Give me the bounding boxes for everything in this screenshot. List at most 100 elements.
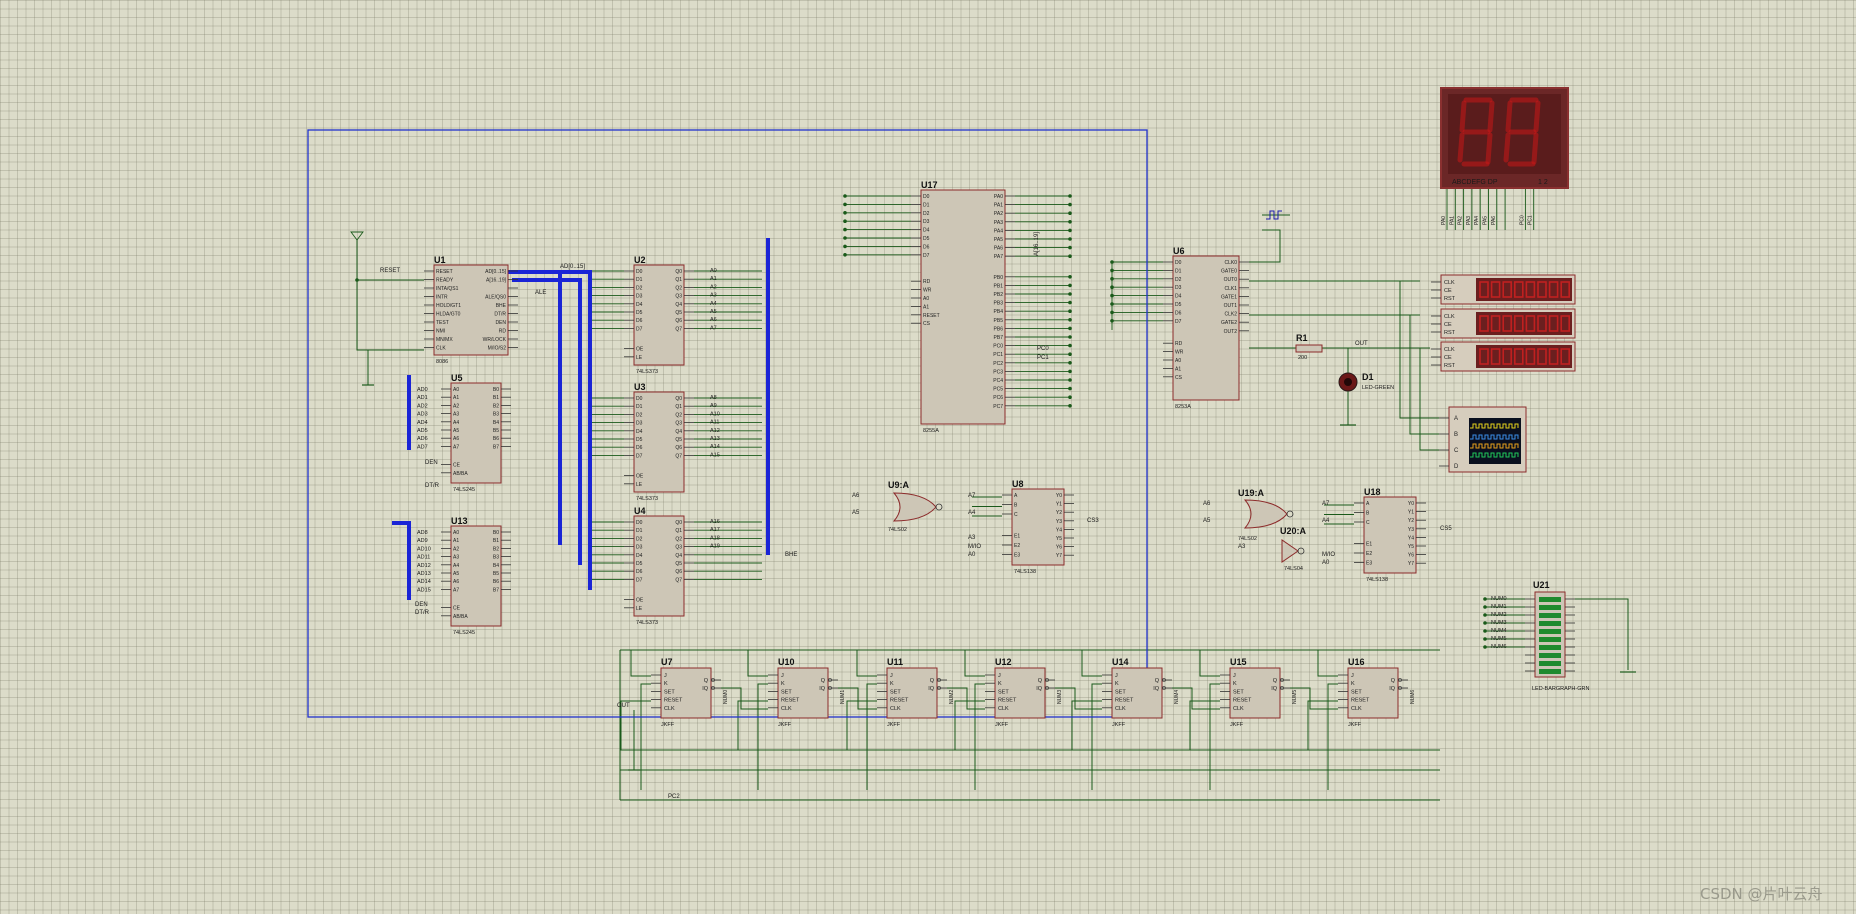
chip-pin-name: B7 bbox=[493, 587, 499, 593]
chip-pin-name: OE bbox=[636, 474, 644, 480]
wire bbox=[640, 683, 651, 790]
junction-dot bbox=[843, 202, 847, 207]
flipflop-pin-name: RESET bbox=[1351, 698, 1370, 704]
chip-pin-name: D7 bbox=[923, 253, 930, 259]
chip-ref-label: U6 bbox=[1173, 246, 1185, 256]
chip-pin-name: B1 bbox=[493, 538, 499, 544]
wire bbox=[737, 700, 768, 750]
counter-pin-name: CE bbox=[1444, 288, 1452, 294]
junction-dot bbox=[1068, 220, 1072, 224]
chip-pin-name: GATE1 bbox=[1221, 294, 1237, 300]
wire bbox=[1327, 683, 1338, 790]
flipflop-pin-name: CLK bbox=[890, 706, 901, 712]
chip-pin-name: Q4 bbox=[675, 429, 682, 435]
schematic-canvas: U1 8086 RESET READY INTA/QS1 INTR HOLD/GT1 HLDA… bbox=[307, 87, 1823, 903]
net-label: AD15 bbox=[417, 587, 431, 593]
chip-pin-name: A5 bbox=[453, 571, 459, 577]
chip-pin-name: B5 bbox=[493, 428, 499, 434]
counter-pin-name: RST bbox=[1444, 363, 1456, 369]
chip-pin-name: D2 bbox=[636, 285, 643, 291]
chip-pin-name: AB/BA bbox=[453, 471, 468, 477]
bargraph-segment bbox=[1539, 653, 1561, 658]
junction-dot bbox=[1068, 352, 1072, 357]
flipflop-out-label: NUM4 bbox=[1174, 690, 1180, 704]
flipflop-pin-name: IQ bbox=[1271, 686, 1278, 692]
chip-pin-name: Q2 bbox=[675, 285, 682, 291]
chip-u1: U1 8086 RESET READY INTA/QS1 INTR HOLD/GT1 HLDA… bbox=[424, 255, 518, 365]
flipflop-pin-name: K bbox=[664, 681, 668, 687]
wire bbox=[1409, 315, 1439, 435]
flipflop-pin-name: CLK bbox=[781, 706, 792, 712]
junction-dot bbox=[1483, 605, 1487, 609]
chip-pin-name: Q6 bbox=[675, 318, 682, 324]
chip-pin-name: A0 bbox=[453, 387, 459, 393]
chip-pin-name: B2 bbox=[493, 403, 499, 409]
flipflop-pin-name: Q bbox=[821, 678, 826, 684]
chip-pin-name: Q5 bbox=[675, 561, 682, 567]
junction-dot bbox=[1068, 318, 1072, 322]
segment bbox=[1457, 132, 1465, 163]
flipflop-pin-name: IQ bbox=[1153, 686, 1160, 692]
flipflop-u15: U15 JKFF JK SET RESET CLK Q IQ NUM5 bbox=[1220, 657, 1298, 728]
net-label: A10 bbox=[710, 411, 720, 417]
net-label-a6-2: A6 bbox=[1203, 501, 1211, 507]
chip-pin-name: D3 bbox=[636, 294, 643, 300]
net-label-out: OUT bbox=[617, 703, 630, 709]
chip-ref-label: U4 bbox=[634, 506, 646, 516]
flipflop-pin-name: K bbox=[998, 681, 1002, 687]
chip-pin-name: D2 bbox=[636, 536, 643, 542]
net-label: A8 bbox=[710, 395, 717, 401]
junction-dot bbox=[1068, 386, 1072, 391]
chip-pin-name: PC2 bbox=[993, 361, 1003, 367]
led-part-label: LED-GREEN bbox=[1362, 385, 1394, 391]
chip-pin-name: OUT0 bbox=[1224, 277, 1238, 283]
chip-pin-name: Y6 bbox=[1056, 545, 1062, 551]
flipflop-ref-label: U11 bbox=[887, 657, 903, 667]
flipflop-pin-name: IQ bbox=[928, 686, 935, 692]
flipflop-pin-name: RESET bbox=[781, 698, 800, 704]
net-label-cs3: CS3 bbox=[1087, 518, 1099, 524]
net-label: A14 bbox=[710, 444, 720, 450]
chip-pin-name: B0 bbox=[493, 387, 499, 393]
chip-pin-name: Q1 bbox=[675, 277, 682, 283]
chip-pin-name: Q4 bbox=[675, 302, 682, 308]
net-label: AD1 bbox=[417, 395, 428, 401]
flipflop-ref-label: U14 bbox=[1112, 657, 1129, 667]
flipflop-pin-name: RESET bbox=[664, 698, 683, 704]
net-label: AD5 bbox=[417, 428, 428, 434]
chip-pin-name: OUT1 bbox=[1224, 303, 1238, 309]
flipflop-pin-name: J bbox=[781, 673, 784, 679]
flipflop-out-label: NUM5 bbox=[1292, 690, 1298, 704]
chip-pin-name: E3 bbox=[1366, 561, 1372, 567]
bargraph-net-label: NUM5 bbox=[1491, 636, 1507, 642]
chip-pin-name: E2 bbox=[1366, 551, 1372, 557]
chip-pin-name: Y5 bbox=[1056, 536, 1062, 542]
chip-pin-name: PB0 bbox=[994, 275, 1004, 281]
junction-dot bbox=[1068, 309, 1072, 314]
chip-pin-name: A3 bbox=[453, 555, 459, 561]
chip-pin-name: Y3 bbox=[1408, 527, 1414, 533]
chip-pin-name: D6 bbox=[1175, 310, 1182, 316]
gate-u20a: U20:A 74LS04 bbox=[1280, 526, 1307, 572]
net-label-a0: A0 bbox=[968, 552, 976, 558]
chip-pin-name: D7 bbox=[1175, 319, 1182, 325]
chip-pin-name: E1 bbox=[1014, 534, 1020, 540]
gate-bubble bbox=[1286, 510, 1294, 518]
chip-ref-label: U18 bbox=[1364, 487, 1381, 497]
chip-pin-name: D7 bbox=[636, 577, 643, 583]
chip-pin-name: A4 bbox=[453, 420, 459, 426]
gate-body bbox=[892, 492, 937, 522]
bargraph-net-label: NUM4 bbox=[1491, 628, 1507, 634]
wire bbox=[974, 683, 985, 790]
net-label: A17 bbox=[710, 527, 720, 533]
chip-pin-name: CLK0 bbox=[1224, 260, 1237, 266]
chip-pin-name: Q0 bbox=[675, 269, 682, 275]
chip-pin-name: Q5 bbox=[675, 310, 682, 316]
junction-dot bbox=[1068, 369, 1072, 374]
chip-pin-name: Y1 bbox=[1408, 510, 1414, 516]
junction-dot bbox=[1068, 335, 1072, 339]
chip-pin-name: PB4 bbox=[994, 309, 1004, 315]
chip-pin-name: TEST bbox=[436, 320, 449, 326]
chip-u8: U874LS138ABCE1E2E3Y0Y1Y2Y3Y4Y5Y6Y7 bbox=[1002, 479, 1074, 575]
gate-ref-label: U19:A bbox=[1238, 488, 1265, 498]
